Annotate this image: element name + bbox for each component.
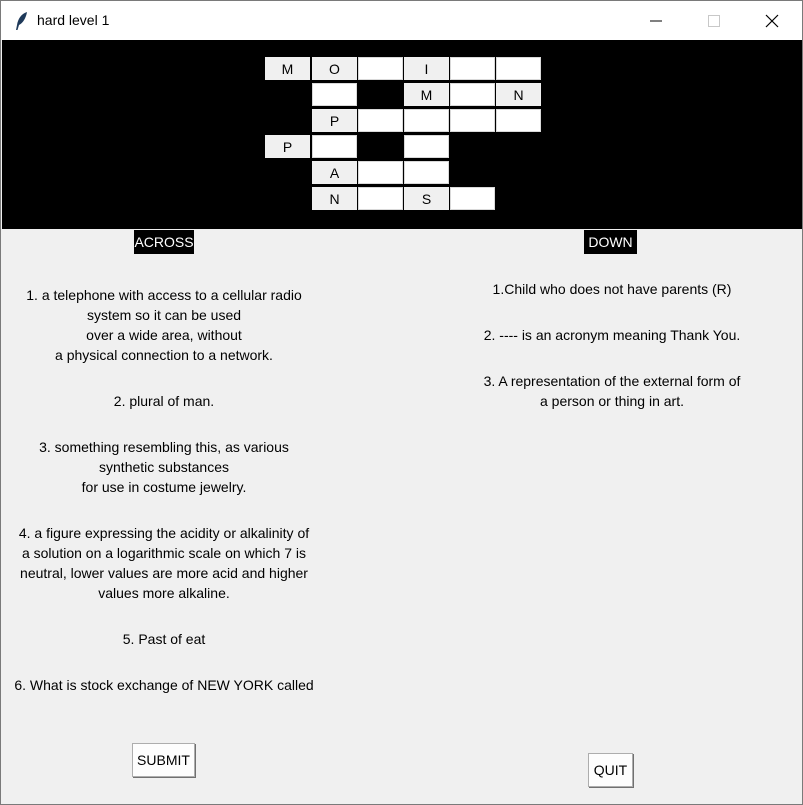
across-clue-line: 4. a figure expressing the acidity or al… — [18, 525, 310, 541]
submit-button[interactable]: SUBMIT — [132, 743, 195, 777]
across-clue-line: system so it can be used — [86, 307, 242, 323]
maximize-button[interactable] — [685, 1, 743, 40]
across-clue-line: neutral, lower values are more acid and … — [20, 565, 308, 581]
minimize-button[interactable] — [627, 1, 685, 40]
across-clue-line: 6. What is stock exchange of NEW YORK ca… — [14, 677, 314, 693]
across-clue-line: synthetic substances — [99, 459, 229, 475]
crossword-input-cell[interactable] — [450, 109, 495, 132]
down-clue-line: a person or thing in art. — [540, 393, 684, 409]
title-bar: hard level 1 — [1, 1, 802, 40]
down-clue-line: 3. A representation of the external form… — [483, 373, 741, 389]
across-clue-line: for use in costume jewelry. — [81, 479, 247, 495]
quit-button[interactable]: QUIT — [588, 753, 633, 787]
down-clue-2: 2. ---- is an acronym meaning Thank You. — [412, 325, 802, 345]
crossword-input-cell[interactable] — [496, 109, 541, 132]
window-title: hard level 1 — [37, 12, 110, 28]
maximize-icon — [708, 14, 720, 27]
close-button[interactable] — [743, 1, 801, 40]
crossword-input-cell[interactable] — [450, 83, 495, 106]
across-clue-4: 4. a figure expressing the acidity or al… — [1, 523, 364, 603]
minimize-icon — [650, 20, 662, 21]
crossword-given-cell: M — [404, 83, 449, 106]
across-clue-line: values more alkaline. — [98, 585, 230, 601]
crossword-input-cell[interactable] — [358, 57, 403, 80]
crossword-input-cell[interactable] — [450, 57, 495, 80]
across-clue-line: 5. Past of eat — [122, 631, 206, 647]
crossword-given-cell: I — [404, 57, 449, 80]
across-clue-line: a solution on a logarithmic scale on whi… — [21, 545, 307, 561]
down-clue-line: 1.Child who does not have parents (R) — [492, 281, 732, 297]
across-clue-line: 3. something resembling this, as various — [39, 439, 289, 455]
across-clue-line: 1. a telephone with access to a cellular… — [26, 287, 302, 303]
app-window: hard level 1 MOIMNPPANS ACROSS DOWN 1. a… — [0, 0, 803, 805]
across-clue-line: 2. plural of man. — [113, 393, 215, 409]
crossword-input-cell[interactable] — [404, 109, 449, 132]
across-clue-3: 3. something resembling this, as various… — [1, 437, 364, 497]
across-clue-2: 2. plural of man. — [1, 391, 364, 411]
down-header: DOWN — [584, 230, 637, 254]
crossword-given-cell: O — [312, 57, 357, 80]
crossword-given-cell: A — [312, 161, 357, 184]
down-clue-line: 2. ---- is an acronym meaning Thank You. — [483, 327, 741, 343]
crossword-given-cell: N — [312, 187, 357, 210]
crossword-given-cell: P — [312, 109, 357, 132]
across-clue-line: over a wide area, without — [86, 327, 242, 343]
crossword-given-cell: N — [496, 83, 541, 106]
crossword-input-cell[interactable] — [358, 161, 403, 184]
crossword-input-cell[interactable] — [404, 135, 449, 158]
crossword-input-cell[interactable] — [358, 187, 403, 210]
across-header: ACROSS — [134, 230, 194, 254]
crossword-input-cell[interactable] — [312, 135, 357, 158]
across-clue-6: 6. What is stock exchange of NEW YORK ca… — [1, 675, 364, 695]
feather-icon — [15, 11, 29, 31]
crossword-given-cell: M — [265, 57, 310, 80]
crossword-input-cell[interactable] — [404, 161, 449, 184]
crossword-given-cell: S — [404, 187, 449, 210]
crossword-input-cell[interactable] — [358, 109, 403, 132]
across-clue-1: 1. a telephone with access to a cellular… — [1, 285, 364, 365]
down-clue-3: 3. A representation of the external form… — [412, 371, 802, 411]
crossword-given-cell: P — [265, 135, 310, 158]
across-clue-line: a physical connection to a network. — [55, 347, 273, 363]
close-icon — [765, 14, 779, 27]
across-clue-5: 5. Past of eat — [1, 629, 364, 649]
crossword-grid: MOIMNPPANS — [2, 40, 802, 229]
crossword-input-cell[interactable] — [312, 83, 357, 106]
down-clue-1: 1.Child who does not have parents (R) — [412, 279, 802, 299]
crossword-input-cell[interactable] — [450, 187, 495, 210]
crossword-input-cell[interactable] — [496, 57, 541, 80]
